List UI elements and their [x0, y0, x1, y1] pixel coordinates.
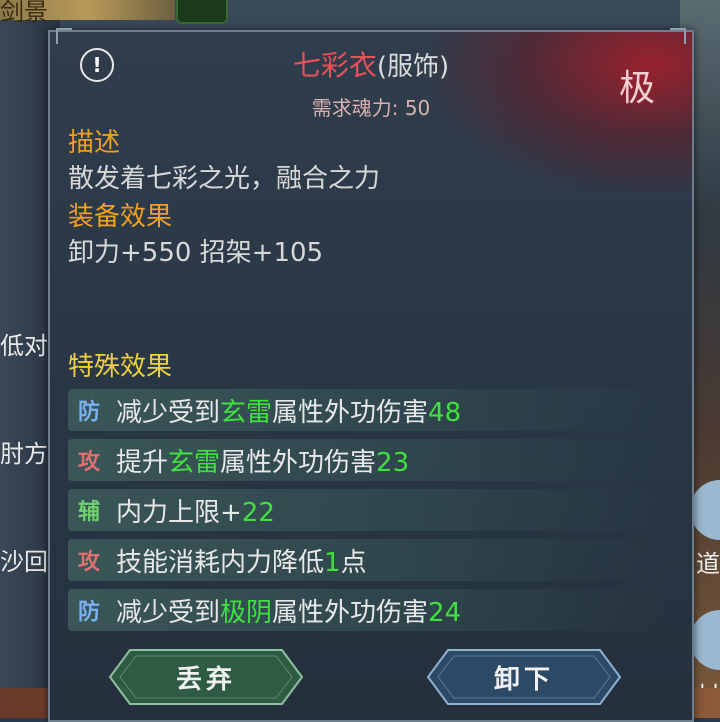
description-heading: 描述: [68, 128, 121, 158]
effect-hl: 玄雷: [168, 447, 221, 478]
discard-button[interactable]: 丢弃: [108, 648, 304, 706]
effect-text: 提升玄雷属性外功伤害23: [116, 442, 409, 479]
effect-suffix: 点: [340, 547, 367, 578]
effect-type-tag: 攻: [77, 449, 100, 475]
background-sign: 剑景: [0, 0, 175, 26]
background-text-2: 肘方: [0, 440, 48, 468]
effect-p1: 减少受到: [116, 597, 221, 628]
special-effect-row: 防减少受到极阴属性外功伤害24: [68, 589, 668, 631]
effect-p1: 技能消耗内力降低: [116, 547, 325, 578]
discard-button-label: 丢弃: [175, 664, 236, 695]
special-effect-heading: 特殊效果: [68, 352, 173, 382]
grade-badge: 极: [618, 68, 655, 109]
background-text-3: 沙回: [0, 548, 48, 576]
unequip-button[interactable]: 卸下: [426, 648, 622, 706]
effect-num: 22: [241, 497, 275, 528]
item-name: 七彩衣: [292, 49, 377, 82]
effect-p1: 减少受到: [116, 397, 221, 428]
effect-text: 内力上限+22: [116, 492, 275, 529]
effect-num: 24: [428, 597, 462, 628]
unequip-button-label: 卸下: [493, 664, 554, 695]
effect-type-tag: 防: [77, 599, 100, 625]
special-effect-row: 攻提升玄雷属性外功伤害23: [68, 439, 668, 481]
background-text-1: 低对: [0, 332, 48, 360]
effect-num: 1: [324, 547, 341, 578]
special-effect-row: 攻技能消耗内力降低1点: [68, 539, 668, 581]
equip-effect-text: 卸力+550 招架+105: [68, 238, 324, 268]
effect-text: 减少受到玄雷属性外功伤害48: [116, 392, 461, 429]
effect-num: 48: [428, 397, 462, 428]
effect-hl: 极阴: [220, 597, 273, 628]
item-requirement: 需求魂力: 50: [311, 96, 431, 120]
special-effect-row: 辅内力上限+22: [68, 489, 668, 531]
effect-text: 技能消耗内力降低1点: [116, 542, 367, 579]
effect-type-tag: 防: [77, 399, 100, 425]
effect-text: 减少受到极阴属性外功伤害24: [116, 592, 461, 629]
top-item-icon[interactable]: [176, 0, 228, 24]
effect-p1: 提升: [116, 447, 169, 478]
effect-type-tag: 攻: [77, 549, 100, 575]
background-right-text-1: 道: [696, 550, 720, 578]
corner-ornament: [670, 28, 686, 44]
background-sign-text: 剑景: [0, 0, 48, 26]
item-title: 七彩衣(服饰): [50, 44, 692, 84]
item-tooltip-panel: ! 七彩衣(服饰) 需求魂力: 50 极 描述 散发着七彩之光，融合之力 装备效…: [48, 28, 694, 722]
corner-ornament: [56, 28, 72, 44]
effect-hl: 玄雷: [220, 397, 273, 428]
effect-type-tag: 辅: [77, 499, 100, 525]
item-type: (服饰): [376, 52, 450, 82]
effect-p2: 属性外功伤害: [272, 597, 429, 628]
equip-effect-heading: 装备效果: [68, 202, 173, 232]
effect-p1: 内力上限+: [116, 497, 242, 528]
effect-num: 23: [376, 447, 410, 478]
special-effect-row: 防减少受到玄雷属性外功伤害48: [68, 389, 668, 431]
description-text: 散发着七彩之光，融合之力: [68, 164, 381, 194]
effect-p2: 属性外功伤害: [272, 397, 429, 428]
effect-p2: 属性外功伤害: [220, 447, 377, 478]
